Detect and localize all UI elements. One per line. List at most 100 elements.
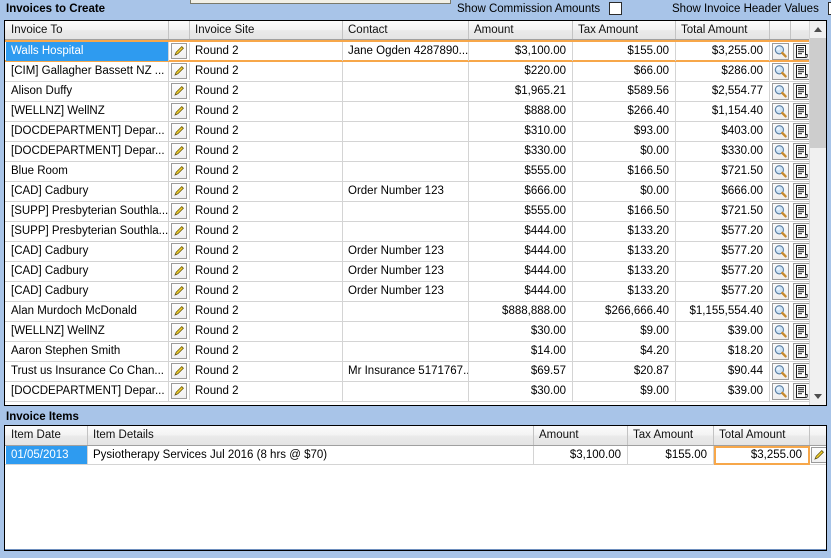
view-invoice-button[interactable] [772, 223, 789, 240]
view-invoice-button[interactable] [772, 83, 789, 100]
grid-column-header-amount[interactable]: Amount [469, 21, 573, 39]
edit-row-button[interactable] [171, 83, 187, 99]
cell-contact[interactable] [343, 122, 469, 141]
cell-tax_amount[interactable]: $266.40 [573, 102, 676, 121]
view-invoice-button[interactable] [772, 183, 789, 200]
edit-row-button[interactable] [171, 343, 187, 359]
table-row[interactable]: Alan Murdoch McDonald Round 2 $888,888.00 $… [5, 302, 811, 322]
cell-contact[interactable] [343, 222, 469, 241]
cell-contact[interactable] [343, 82, 469, 101]
items-table-row[interactable]: 01/05/2013 Pysiotherapy Services Jul 2016… [5, 446, 826, 465]
cell-tax_amount[interactable]: $0.00 [573, 142, 676, 161]
cell-contact[interactable]: Jane Ogden 4287890... [343, 42, 469, 61]
cell-invoice_to[interactable]: [CAD] Cadbury [6, 182, 169, 201]
cell-invoice_site[interactable]: Round 2 [190, 102, 343, 121]
cell-amount[interactable]: $888.00 [469, 102, 573, 121]
view-invoice-button[interactable] [772, 363, 789, 380]
cell-invoice_to[interactable]: Alison Duffy [6, 82, 169, 101]
cell-contact[interactable]: Order Number 123 [343, 242, 469, 261]
table-row[interactable]: [CAD] Cadbury Round 2 Order Number 123 $444… [5, 242, 811, 262]
cell-contact[interactable] [343, 102, 469, 121]
cell-total_amount[interactable]: $1,154.40 [676, 102, 770, 121]
grid-column-header-invoice_site[interactable]: Invoice Site [190, 21, 343, 39]
scroll-up-button[interactable] [810, 21, 826, 38]
print-report-button[interactable] [793, 203, 810, 220]
cell-contact[interactable] [343, 322, 469, 341]
print-report-button[interactable] [793, 323, 810, 340]
cell-tax_amount[interactable]: $9.00 [573, 322, 676, 341]
print-report-button[interactable] [793, 83, 810, 100]
cell-tax_amount[interactable]: $589.56 [573, 82, 676, 101]
edit-row-button[interactable] [171, 183, 187, 199]
grid-column-header-contact[interactable]: Contact [343, 21, 469, 39]
view-invoice-button[interactable] [772, 303, 789, 320]
cell-amount[interactable]: $310.00 [469, 122, 573, 141]
print-report-button[interactable] [793, 223, 810, 240]
print-report-button[interactable] [793, 43, 810, 60]
grid-column-header-tax_amount[interactable]: Tax Amount [573, 21, 676, 39]
cell-tax_amount[interactable]: $0.00 [573, 182, 676, 201]
cell-amount[interactable]: $330.00 [469, 142, 573, 161]
table-row[interactable]: [SUPP] Presbyterian Southla... Round 2 $55… [5, 202, 811, 222]
edit-row-button[interactable] [171, 283, 187, 299]
print-report-button[interactable] [793, 143, 810, 160]
table-row[interactable]: Alison Duffy Round 2 $1,965.21 $589.56 $2,55… [5, 82, 811, 102]
cell-tax_amount[interactable]: $266,666.40 [573, 302, 676, 321]
grid-column-header-pencil[interactable] [169, 21, 190, 39]
table-row[interactable]: [CAD] Cadbury Round 2 Order Number 123 $666… [5, 182, 811, 202]
print-report-button[interactable] [793, 363, 810, 380]
cell-total_amount[interactable]: $721.50 [676, 162, 770, 181]
cell-invoice_to[interactable]: [WELLNZ] WellNZ [6, 322, 169, 341]
cell-tax_amount[interactable]: $9.00 [573, 382, 676, 401]
cell-amount[interactable]: $220.00 [469, 62, 573, 81]
table-row[interactable]: Trust us Insurance Co Chan... Round 2 Mr I… [5, 362, 811, 382]
table-row[interactable]: [CIM] Gallagher Bassett NZ ... Round 2 $22… [5, 62, 811, 82]
cell-invoice_site[interactable]: Round 2 [190, 182, 343, 201]
table-row[interactable]: Blue Room Round 2 $555.00 $166.50 $721.50 [5, 162, 811, 182]
print-report-button[interactable] [793, 263, 810, 280]
cell-invoice_to[interactable]: Walls Hospital [6, 42, 169, 61]
cell-total_amount[interactable]: $577.20 [676, 282, 770, 301]
cell-invoice_site[interactable]: Round 2 [190, 342, 343, 361]
edit-row-button[interactable] [171, 383, 187, 399]
print-report-button[interactable] [793, 303, 810, 320]
print-report-button[interactable] [793, 243, 810, 260]
cell-invoice_to[interactable]: [CAD] Cadbury [6, 282, 169, 301]
cell-invoice_to[interactable]: Aaron Stephen Smith [6, 342, 169, 361]
grid-column-header-report[interactable] [791, 21, 811, 39]
table-row[interactable]: [CAD] Cadbury Round 2 Order Number 123 $444… [5, 282, 811, 302]
cell-tax_amount[interactable]: $4.20 [573, 342, 676, 361]
cell-amount[interactable]: $30.00 [469, 322, 573, 341]
items-cell-total_amount[interactable]: $3,255.00 [714, 446, 810, 465]
cell-total_amount[interactable]: $39.00 [676, 382, 770, 401]
table-row[interactable]: [WELLNZ] WellNZ Round 2 $30.00 $9.00 $39.00 [5, 322, 811, 342]
cell-invoice_site[interactable]: Round 2 [190, 362, 343, 381]
cell-invoice_to[interactable]: [DOCDEPARTMENT] Depar... [6, 122, 169, 141]
table-row[interactable]: [DOCDEPARTMENT] Depar... Round 2 $330.00 $0… [5, 142, 811, 162]
edit-row-button[interactable] [171, 323, 187, 339]
cell-invoice_site[interactable]: Round 2 [190, 382, 343, 401]
print-report-button[interactable] [793, 63, 810, 80]
cell-amount[interactable]: $444.00 [469, 282, 573, 301]
cell-contact[interactable] [343, 302, 469, 321]
grid-column-header-total_amount[interactable]: Total Amount [676, 21, 770, 39]
cell-contact[interactable] [343, 382, 469, 401]
print-report-button[interactable] [793, 283, 810, 300]
edit-row-button[interactable] [171, 203, 187, 219]
cell-total_amount[interactable]: $3,255.00 [676, 42, 770, 61]
cell-amount[interactable]: $69.57 [469, 362, 573, 381]
cell-total_amount[interactable]: $1,155,554.40 [676, 302, 770, 321]
cell-total_amount[interactable]: $18.20 [676, 342, 770, 361]
print-report-button[interactable] [793, 343, 810, 360]
show-commission-amounts-checkbox-group[interactable]: Show Commission Amounts [457, 2, 623, 18]
edit-row-button[interactable] [171, 43, 187, 59]
cell-invoice_site[interactable]: Round 2 [190, 82, 343, 101]
items-column-header-pencil[interactable] [810, 426, 826, 445]
cell-amount[interactable]: $444.00 [469, 242, 573, 261]
cell-tax_amount[interactable]: $20.87 [573, 362, 676, 381]
scrollbar-thumb[interactable] [810, 38, 826, 148]
cell-amount[interactable]: $888,888.00 [469, 302, 573, 321]
items-column-header-total_amount[interactable]: Total Amount [714, 426, 810, 445]
edit-row-button[interactable] [171, 263, 187, 279]
table-row[interactable]: [WELLNZ] WellNZ Round 2 $888.00 $266.40 $1,1… [5, 102, 811, 122]
